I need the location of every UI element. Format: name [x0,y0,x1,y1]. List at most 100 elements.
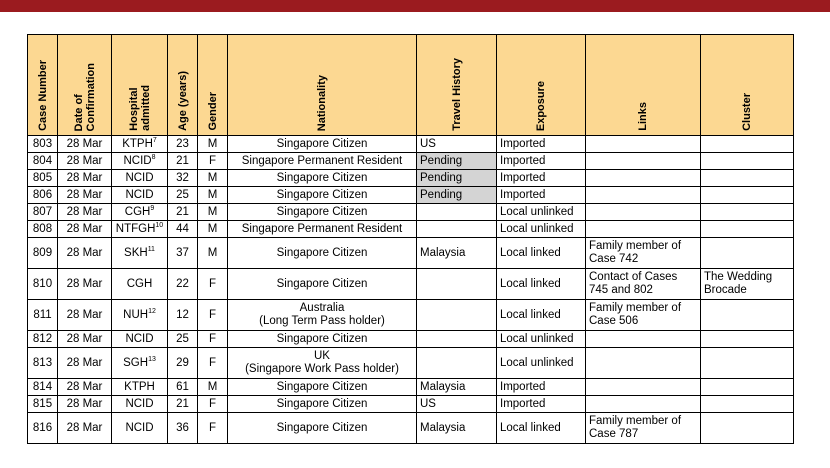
cell-case-number: 807 [27,203,58,221]
cell-date: 28 Mar [57,135,112,153]
cell-age: 22 [167,268,198,300]
cell-exposure: Imported [496,186,586,204]
cases-table-container: Case Number Date of Confirmation Hospita… [27,34,794,444]
cell-gender: M [197,186,228,204]
table-row: 815 28 Mar NCID 21 F Singapore Citizen US Impor… [27,395,794,413]
cell-cluster [700,395,794,413]
cell-exposure: Local unlinked [496,330,586,348]
cell-links [585,203,701,221]
cell-age: 25 [167,330,198,348]
cell-cluster [700,237,794,269]
cell-hospital: NCID8 [111,152,168,170]
table-row: 813 28 Mar SGH13 29 F UK (Singapore Work Pass… [27,347,794,379]
hospital-footnote: 7 [152,136,157,144]
cell-gender: F [197,152,228,170]
cell-date: 28 Mar [57,347,112,379]
cell-exposure: Local linked [496,237,586,269]
cell-nationality: Singapore Citizen [227,135,417,153]
table-row: 803 28 Mar KTPH7 23 M Singapore Citizen US Impo… [27,135,794,153]
cell-cluster [700,186,794,204]
table-row: 811 28 Mar NUH12 12 F Australia (Long Term Pa… [27,299,794,331]
cell-travel-history: Malaysia [416,237,497,269]
cell-case-number: 804 [27,152,58,170]
cell-hospital: NCID [111,412,168,444]
cell-cluster [700,203,794,221]
cell-nationality: Singapore Citizen [227,268,417,300]
header-cluster: Cluster [700,34,794,136]
cell-cluster [700,378,794,396]
cell-nationality: UK (Singapore Work Pass holder) [227,347,417,379]
cell-travel-history: Pending [416,169,497,187]
hospital-footnote: 13 [148,355,156,363]
cell-gender: M [197,220,228,238]
table-row: 805 28 Mar NCID 32 M Singapore Citizen Pending… [27,169,794,187]
hospital-name: NCID [125,188,154,201]
hospital-name: CGH [124,205,151,218]
header-hospital-admitted: Hospital admitted [111,34,168,136]
cell-date: 28 Mar [57,186,112,204]
table-row: 809 28 Mar SKH11 37 M Singapore Citizen Malays… [27,237,794,269]
cell-cluster [700,412,794,444]
cell-hospital: KTPH [111,378,168,396]
cell-age: 21 [167,203,198,221]
cell-travel-history [416,203,497,221]
hospital-name: NUH [123,308,149,321]
cell-age: 12 [167,299,198,331]
cell-age: 21 [167,395,198,413]
cell-gender: M [197,237,228,269]
cell-cluster [700,347,794,379]
cell-travel-history: Pending [416,186,497,204]
cell-hospital: NCID [111,330,168,348]
cell-cluster [700,330,794,348]
hospital-name: SKH [124,246,148,259]
cell-case-number: 816 [27,412,58,444]
cell-exposure: Local unlinked [496,220,586,238]
cell-travel-history [416,299,497,331]
cell-links: Contact of Cases 745 and 802 [585,268,701,300]
hospital-footnote: 12 [148,307,156,315]
hospital-footnote: 9 [150,204,155,212]
cell-travel-history [416,330,497,348]
header-date-of-confirmation: Date of Confirmation [57,34,112,136]
cell-travel-history [416,347,497,379]
cell-gender: F [197,330,228,348]
cell-travel-history: US [416,395,497,413]
table-row: 807 28 Mar CGH9 21 M Singapore Citizen Local u… [27,203,794,221]
cell-gender: F [197,299,228,331]
cell-links [585,186,701,204]
hospital-name: NTFGH [115,222,156,235]
table-header-row: Case Number Date of Confirmation Hospita… [27,34,794,136]
cell-gender: F [197,412,228,444]
cell-nationality: Singapore Citizen [227,203,417,221]
cell-date: 28 Mar [57,378,112,396]
cell-case-number: 806 [27,186,58,204]
cell-age: 25 [167,186,198,204]
cell-case-number: 812 [27,330,58,348]
header-nationality: Nationality [227,34,417,136]
cell-nationality: Singapore Citizen [227,395,417,413]
cell-hospital: NCID [111,395,168,413]
top-banner [0,0,830,12]
cell-links [585,220,701,238]
header-exposure: Exposure [496,34,586,136]
cell-date: 28 Mar [57,220,112,238]
cell-gender: F [197,395,228,413]
cell-case-number: 813 [27,347,58,379]
cell-nationality: Singapore Citizen [227,186,417,204]
cell-nationality: Singapore Citizen [227,378,417,396]
cell-links [585,378,701,396]
cell-exposure: Imported [496,169,586,187]
cell-date: 28 Mar [57,412,112,444]
cell-date: 28 Mar [57,395,112,413]
cell-age: 37 [167,237,198,269]
cell-links [585,169,701,187]
cell-nationality: Singapore Citizen [227,330,417,348]
cell-exposure: Local linked [496,268,586,300]
cell-cluster [700,220,794,238]
cell-age: 44 [167,220,198,238]
table-row: 804 28 Mar NCID8 21 F Singapore Permanent Res… [27,152,794,170]
header-age: Age (years) [167,34,198,136]
cell-hospital: CGH [111,268,168,300]
table-row: 810 28 Mar CGH 22 F Singapore Citizen Local li… [27,268,794,300]
cell-age: 23 [167,135,198,153]
